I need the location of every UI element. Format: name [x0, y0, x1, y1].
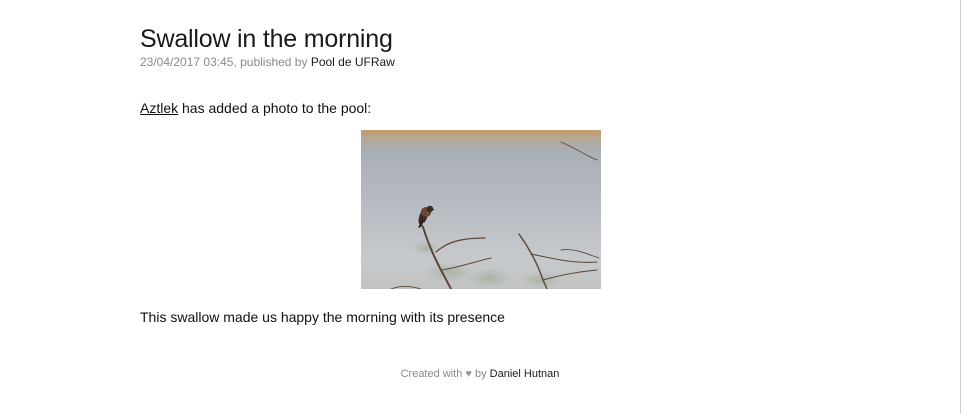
- photo-image: [361, 130, 601, 289]
- photo-caption: This swallow made us happy the morning w…: [140, 309, 505, 325]
- footer-by: by: [471, 368, 490, 380]
- footer: Created with ♥ by Daniel Hutnan: [0, 367, 960, 381]
- window-edge-divider: [960, 0, 961, 414]
- post-publisher: Pool de UFRaw: [310, 55, 395, 69]
- intro-text: has added a photo to the pool:: [178, 100, 372, 116]
- footer-created-with: Created with: [400, 368, 466, 380]
- swallow-photo[interactable]: [361, 130, 601, 289]
- post: Swallow in the morning 23/04/2017 03:45,…: [140, 24, 680, 326]
- page: Swallow in the morning 23/04/2017 03:45,…: [0, 0, 964, 414]
- post-title: Swallow in the morning: [140, 25, 393, 53]
- footer-author: Daniel Hutnan: [489, 368, 560, 380]
- post-date: 23/04/2017 03:45, published by: [140, 55, 311, 69]
- post-meta: 23/04/2017 03:45, published by Pool de U…: [140, 55, 680, 70]
- author-link[interactable]: Aztlek: [140, 100, 178, 116]
- post-intro: Aztlek has added a photo to the pool:: [140, 99, 680, 117]
